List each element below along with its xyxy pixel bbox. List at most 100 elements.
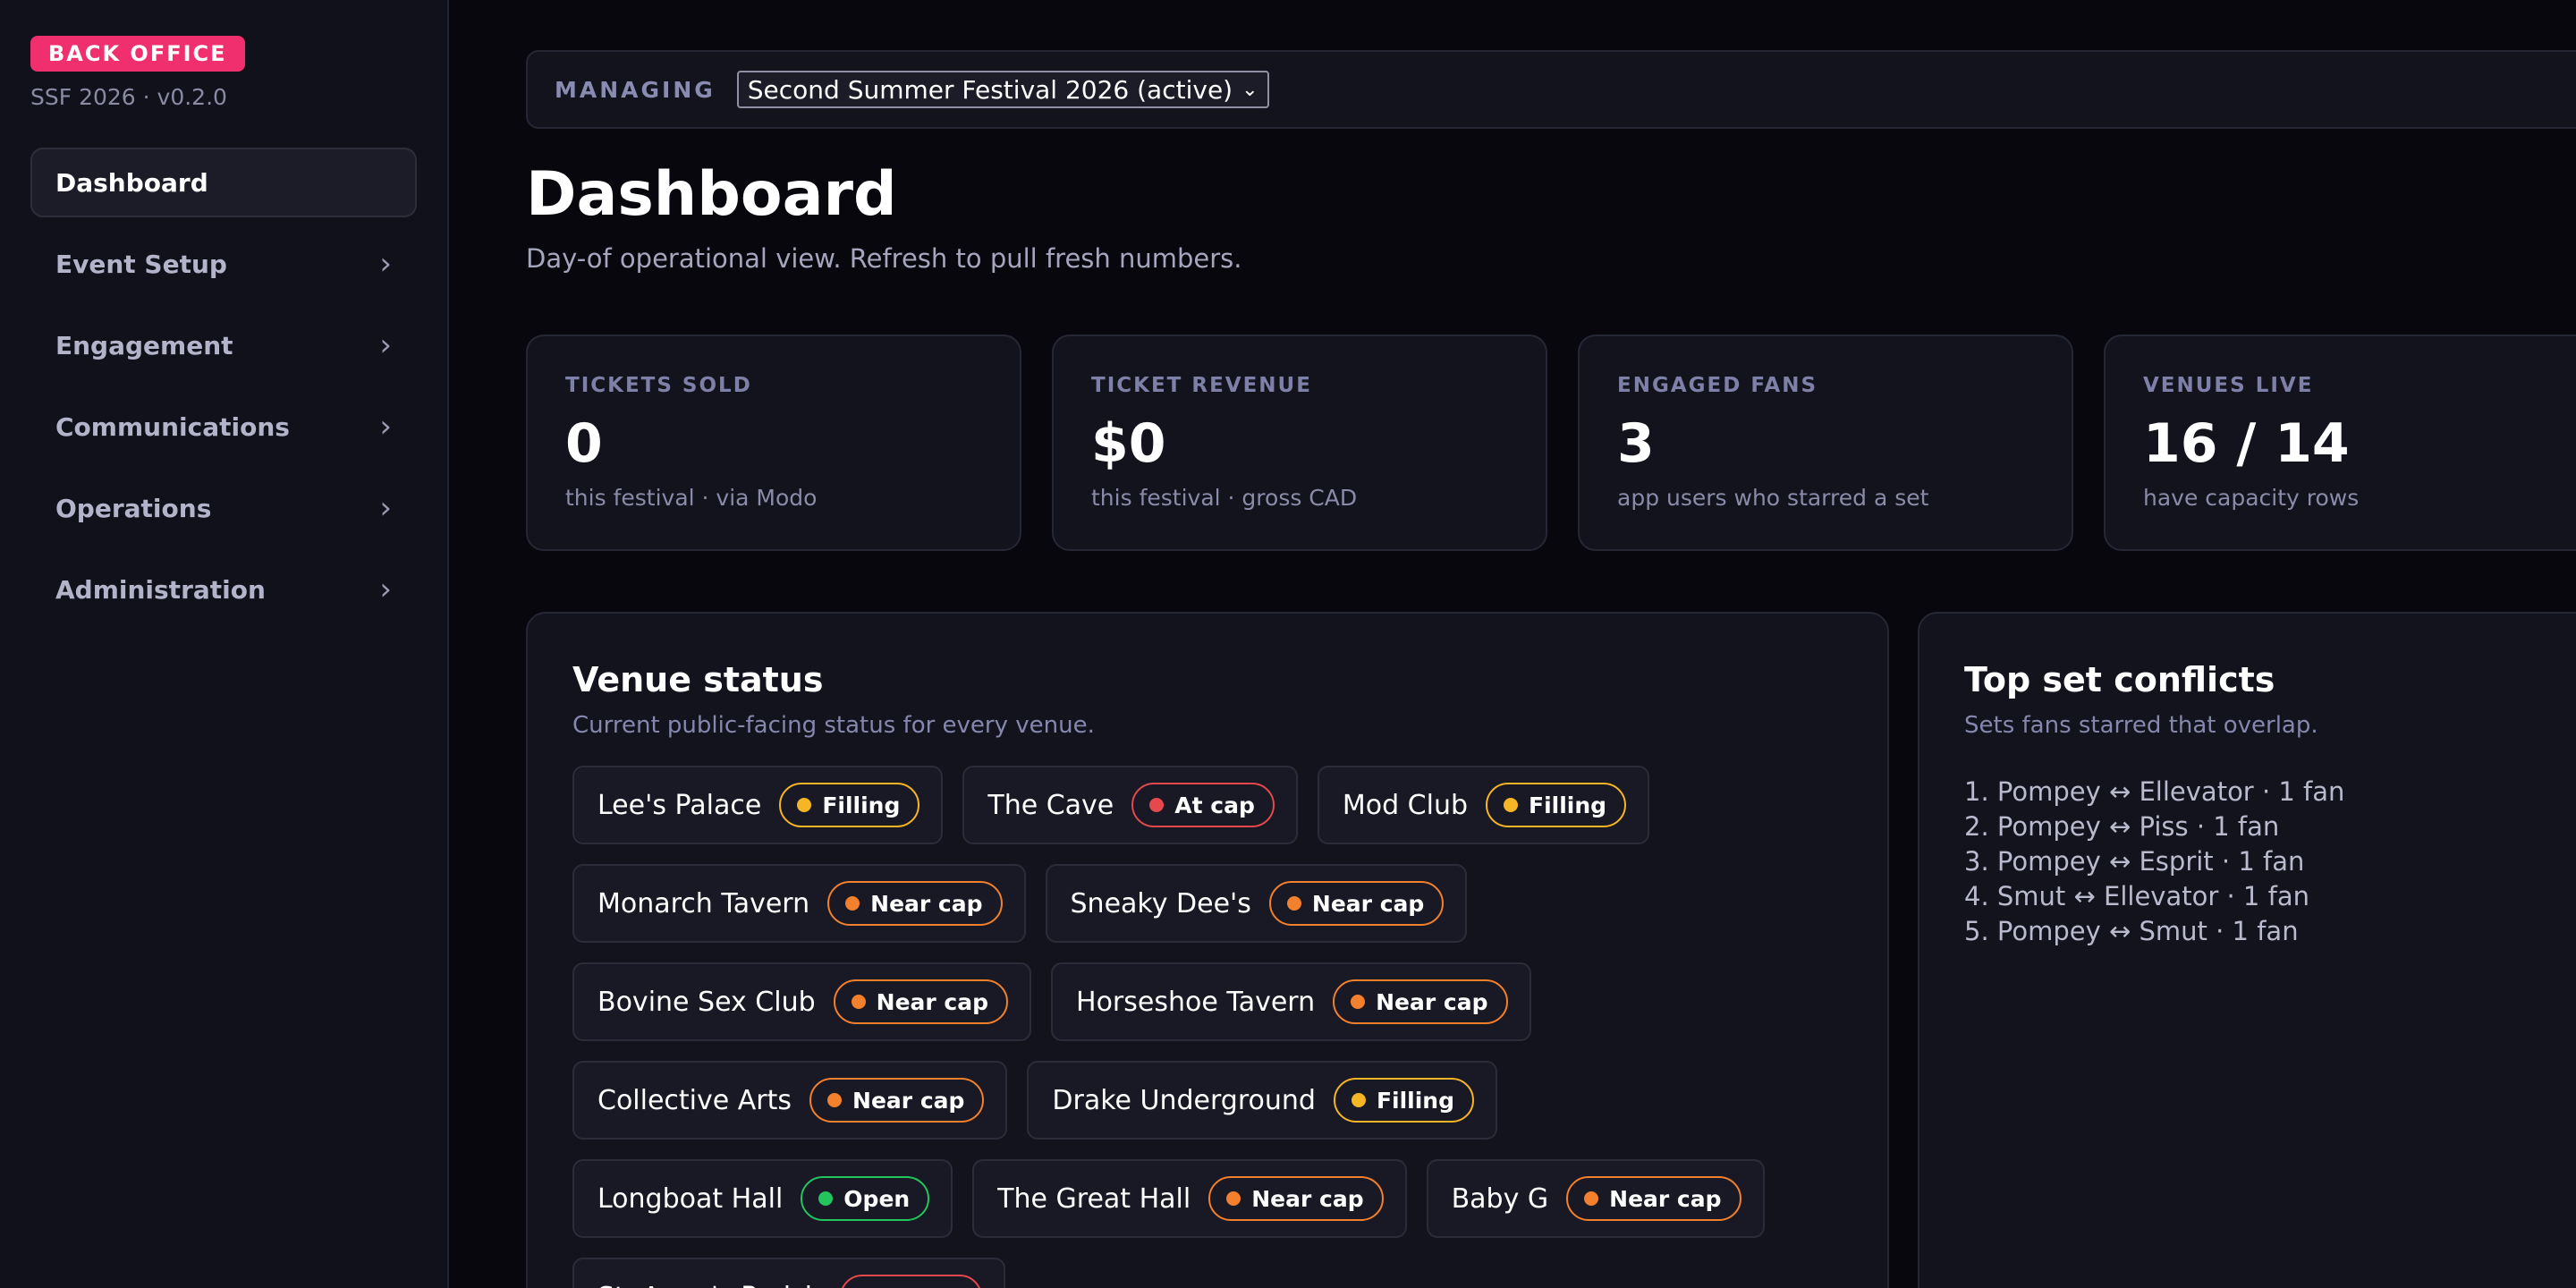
status-badge: Near cap xyxy=(809,1078,985,1123)
sidebar-item-label: Administration xyxy=(55,574,266,605)
status-badge: At cap xyxy=(1131,783,1275,827)
status-dot-icon xyxy=(851,995,866,1009)
status-dot-icon xyxy=(1351,995,1366,1009)
sidebar-item-label: Communications xyxy=(55,411,290,442)
sidebar-item-operations[interactable]: Operations › xyxy=(30,473,417,543)
page-subtitle: Day-of operational view. Refresh to pull… xyxy=(526,243,1242,274)
status-label: Near cap xyxy=(1251,1185,1364,1212)
status-label: Filling xyxy=(1376,1087,1455,1114)
sidebar-item-label: Dashboard xyxy=(55,167,208,198)
sidebar-item-event-setup[interactable]: Event Setup › xyxy=(30,229,417,299)
status-badge: Near cap xyxy=(827,881,1003,926)
venue-chip: Collective Arts Near cap xyxy=(572,1061,1008,1140)
status-badge: Near cap xyxy=(1208,1176,1384,1221)
status-badge: Filling xyxy=(1486,783,1627,827)
status-badge: Near cap xyxy=(1566,1176,1741,1221)
list-item: 1. Pompey ↔ Ellevator · 1 fan xyxy=(1964,776,2345,807)
venue-name: Bovine Sex Club xyxy=(597,986,816,1018)
status-dot-icon xyxy=(818,1191,834,1206)
venue-chip: St. Anne's Parish At cap xyxy=(572,1258,1006,1288)
chevron-right-icon: › xyxy=(379,327,392,363)
status-badge: Filling xyxy=(1333,1078,1475,1123)
venue-name: Drake Underground xyxy=(1052,1084,1316,1116)
managing-label: MANAGING xyxy=(555,76,716,103)
festival-select-value: Second Summer Festival 2026 (active) xyxy=(747,74,1233,105)
sidebar-item-communications[interactable]: Communications › xyxy=(30,392,417,462)
venue-name: St. Anne's Parish xyxy=(597,1282,822,1288)
venue-grid: Lee's Palace Filling The Cave At cap Mod Clu… xyxy=(572,766,1860,1288)
set-conflicts-subtitle: Sets fans starred that overlap. xyxy=(1964,712,2318,739)
status-label: Near cap xyxy=(876,988,989,1015)
status-badge: Open xyxy=(801,1176,930,1221)
status-label: Filling xyxy=(1529,792,1607,818)
brand-version: SSF 2026 · v0.2.0 xyxy=(30,84,227,110)
venue-chip: Longboat Hall Open xyxy=(572,1159,953,1238)
chevron-down-icon: ⌄ xyxy=(1241,78,1258,101)
status-label: At cap xyxy=(1174,792,1255,818)
venue-name: The Great Hall xyxy=(997,1182,1191,1215)
stat-note: this festival · gross CAD xyxy=(1091,485,1358,511)
chevron-right-icon: › xyxy=(379,572,392,607)
stat-label: ENGAGED FANS xyxy=(1617,374,1818,397)
sidebar-nav: Dashboard Event Setup › Engagement › Com… xyxy=(30,148,417,624)
status-label: Near cap xyxy=(870,890,983,917)
status-label: Open xyxy=(843,1185,911,1212)
status-dot-icon xyxy=(1584,1191,1599,1206)
stat-value: 16 / 14 xyxy=(2143,412,2350,475)
status-dot-icon xyxy=(1286,896,1301,911)
page-title: Dashboard xyxy=(526,159,897,230)
status-badge: Near cap xyxy=(833,979,1009,1024)
conflict-list: 1. Pompey ↔ Ellevator · 1 fan 2. Pompey … xyxy=(1964,775,2576,949)
stat-note: app users who starred a set xyxy=(1617,485,1929,511)
status-dot-icon xyxy=(827,1093,843,1107)
venue-name: Collective Arts xyxy=(597,1084,792,1116)
venue-status-title: Venue status xyxy=(572,660,824,699)
venue-name: Horseshoe Tavern xyxy=(1076,986,1316,1018)
sidebar: BACK OFFICE SSF 2026 · v0.2.0 Dashboard … xyxy=(0,0,449,1288)
status-label: Near cap xyxy=(852,1087,965,1114)
chevron-right-icon: › xyxy=(379,490,392,526)
status-badge: Near cap xyxy=(1268,881,1445,926)
status-dot-icon xyxy=(1504,798,1518,812)
sidebar-item-engagement[interactable]: Engagement › xyxy=(30,310,417,380)
festival-select[interactable]: Second Summer Festival 2026 (active) ⌄ xyxy=(736,71,1269,108)
venue-chip: Monarch Tavern Near cap xyxy=(572,864,1026,943)
list-item: 2. Pompey ↔ Piss · 1 fan xyxy=(1964,811,2280,842)
stat-card-tickets-sold: TICKETS SOLD 0 this festival · via Modo xyxy=(526,335,1021,551)
app-root: BACK OFFICE SSF 2026 · v0.2.0 Dashboard … xyxy=(0,0,2576,1288)
sidebar-item-label: Event Setup xyxy=(55,249,227,279)
sidebar-item-label: Engagement xyxy=(55,330,233,360)
status-dot-icon xyxy=(1351,1093,1366,1107)
chevron-right-icon: › xyxy=(379,409,392,445)
venue-chip: Horseshoe Tavern Near cap xyxy=(1051,962,1531,1041)
main-content: MANAGING Second Summer Festival 2026 (ac… xyxy=(526,0,2576,1288)
brand-badge: BACK OFFICE xyxy=(30,36,245,72)
venue-name: Longboat Hall xyxy=(597,1182,784,1215)
status-dot-icon xyxy=(797,798,812,812)
venue-status-subtitle: Current public-facing status for every v… xyxy=(572,712,1095,739)
sidebar-item-administration[interactable]: Administration › xyxy=(30,555,417,624)
venue-name: Baby G xyxy=(1451,1182,1549,1215)
status-label: Near cap xyxy=(1311,890,1425,917)
sidebar-item-dashboard[interactable]: Dashboard xyxy=(30,148,417,217)
stat-card-venues-live: VENUES LIVE 16 / 14 have capacity rows xyxy=(2104,335,2576,551)
status-badge: At cap xyxy=(839,1275,983,1288)
venue-chip: The Cave At cap xyxy=(962,766,1298,844)
sidebar-item-label: Operations xyxy=(55,493,212,523)
venue-name: Monarch Tavern xyxy=(597,887,810,919)
set-conflicts-title: Top set conflicts xyxy=(1964,660,2275,699)
venue-name: Mod Club xyxy=(1342,789,1468,821)
venue-name: Sneaky Dee's xyxy=(1070,887,1251,919)
status-dot-icon xyxy=(845,896,860,911)
venue-chip: Baby G Near cap xyxy=(1426,1159,1765,1238)
venue-chip: Lee's Palace Filling xyxy=(572,766,944,844)
list-item: 3. Pompey ↔ Esprit · 1 fan xyxy=(1964,846,2305,877)
status-dot-icon xyxy=(1149,798,1165,812)
status-badge: Filling xyxy=(779,783,920,827)
venue-chip: Drake Underground Filling xyxy=(1027,1061,1498,1140)
list-item: 5. Pompey ↔ Smut · 1 fan xyxy=(1964,916,2299,946)
venue-chip: Bovine Sex Club Near cap xyxy=(572,962,1032,1041)
stat-label: TICKET REVENUE xyxy=(1091,374,1312,397)
status-label: Filling xyxy=(822,792,901,818)
stat-card-ticket-revenue: TICKET REVENUE $0 this festival · gross … xyxy=(1052,335,1547,551)
